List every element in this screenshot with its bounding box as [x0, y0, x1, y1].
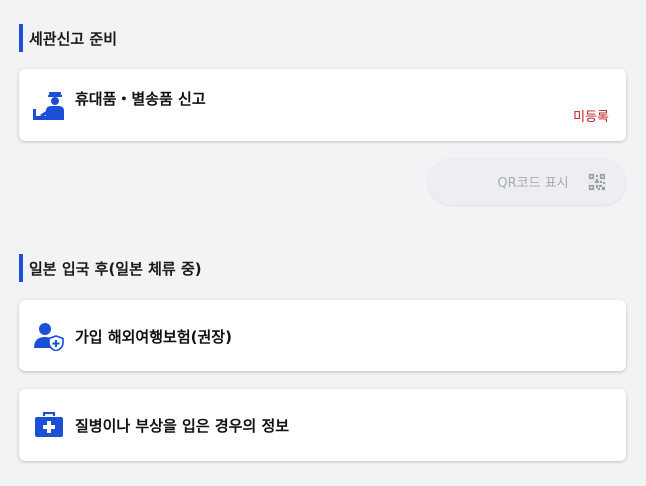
card-label: 가입 해외여행보험(권장) — [75, 328, 232, 346]
user-shield-icon — [32, 319, 66, 353]
qr-code-button-label: QR코드 표시 — [497, 176, 569, 191]
medical-kit-icon — [32, 408, 66, 442]
card-customs-declaration[interactable]: 휴대품・별송품 신고 미등록 — [19, 69, 626, 141]
section-title-text: 일본 입국 후(일본 체류 중) — [29, 259, 202, 278]
page: 세관신고 준비 휴대품・별송품 신고 미등록 QR코드 표시 일본 입국 후(일… — [0, 0, 646, 486]
card-label: 질병이나 부상을 입은 경우의 정보 — [75, 417, 290, 435]
qr-code-icon — [588, 173, 606, 191]
customs-officer-icon — [32, 89, 66, 123]
section-title-text: 세관신고 준비 — [29, 29, 118, 48]
status-badge: 미등록 — [573, 110, 609, 125]
section-title-after-entry: 일본 입국 후(일본 체류 중) — [19, 254, 202, 282]
card-label: 휴대품・별송품 신고 — [75, 90, 206, 108]
section-title-customs: 세관신고 준비 — [19, 24, 117, 52]
section-accent-bar — [19, 24, 23, 52]
qr-code-button[interactable]: QR코드 표시 — [428, 158, 626, 205]
card-travel-insurance[interactable]: 가입 해외여행보험(권장) — [19, 300, 626, 371]
card-illness-injury-info[interactable]: 질병이나 부상을 입은 경우의 정보 — [19, 389, 626, 461]
section-accent-bar — [19, 254, 23, 282]
